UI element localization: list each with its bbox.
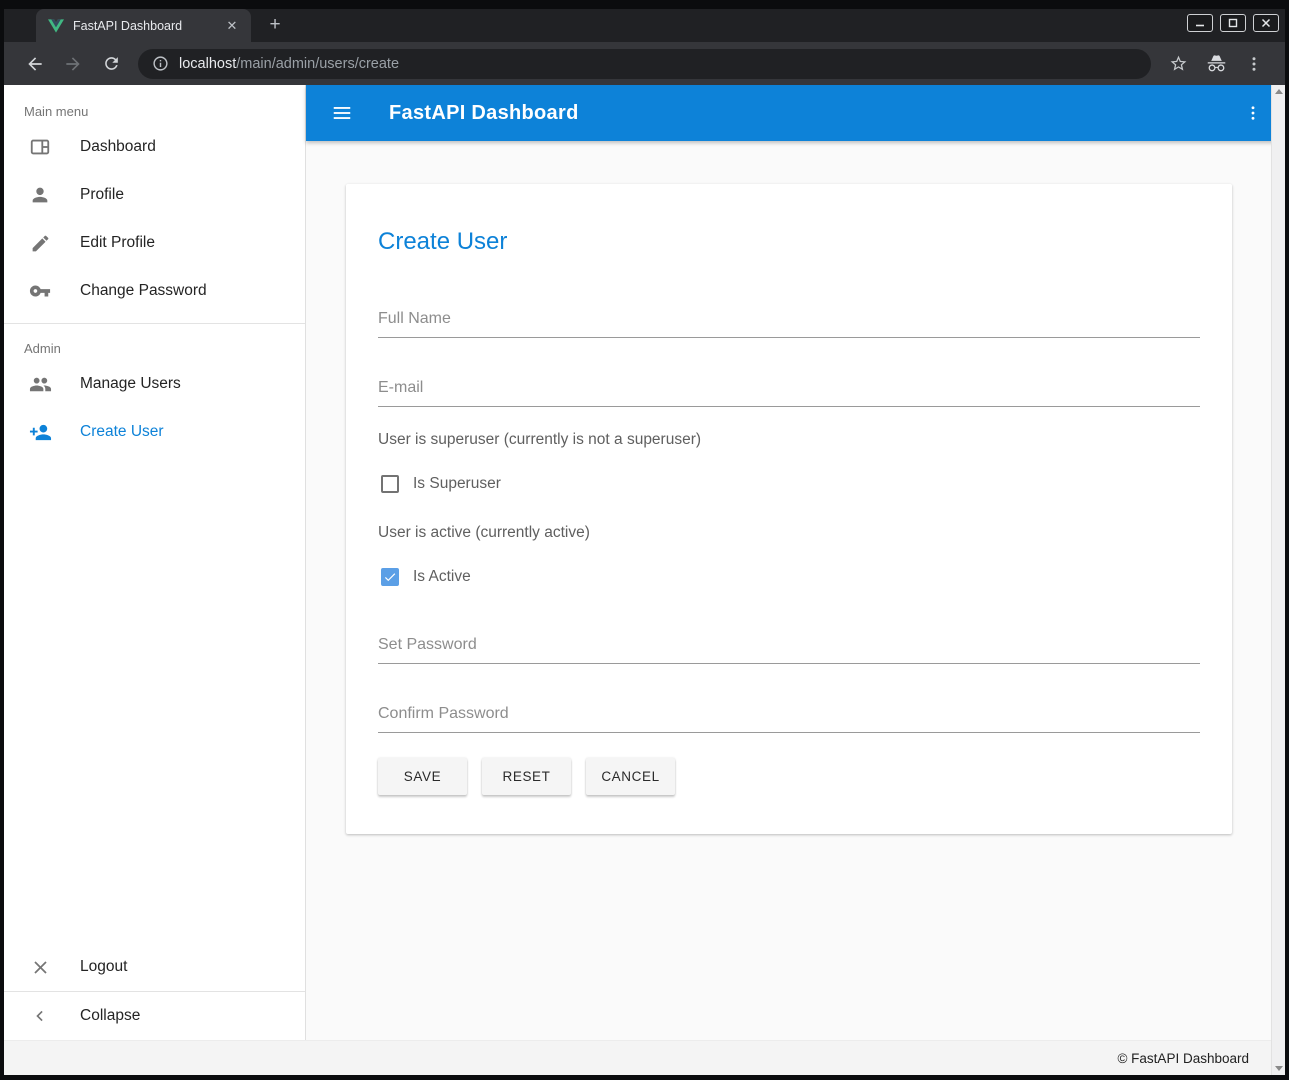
scroll-up-arrow-icon[interactable] [1275, 89, 1283, 94]
is-superuser-label: Is Superuser [413, 475, 501, 493]
sidebar-item-dashboard[interactable]: Dashboard [4, 123, 305, 171]
close-icon [28, 955, 52, 979]
full-name-label: Full Name [378, 310, 1200, 328]
form-buttons: SAVE RESET CANCEL [378, 758, 1200, 795]
browser-window: FastAPI Dashboard ✕ + [0, 0, 1289, 1080]
sidebar-item-label: Edit Profile [80, 234, 155, 252]
sidebar-item-label: Manage Users [80, 375, 181, 393]
person-icon [28, 183, 52, 207]
minimize-button[interactable] [1187, 14, 1213, 32]
is-superuser-checkbox-row[interactable]: Is Superuser [378, 475, 1200, 493]
browser-tab[interactable]: FastAPI Dashboard ✕ [36, 9, 251, 42]
confirm-password-field[interactable]: Confirm Password [378, 705, 1200, 733]
email-label: E-mail [378, 379, 1200, 397]
is-active-label: Is Active [413, 568, 471, 586]
footer-copyright: © FastAPI Dashboard [1117, 1051, 1249, 1066]
hamburger-menu-icon[interactable] [328, 99, 356, 127]
sidebar-section-main-menu: Main menu [4, 85, 305, 123]
window-controls [1187, 14, 1279, 32]
incognito-icon [1204, 52, 1228, 76]
page: Main menu Dashboard Profile [4, 85, 1285, 1075]
maximize-button[interactable] [1220, 14, 1246, 32]
sidebar-item-profile[interactable]: Profile [4, 171, 305, 219]
vue-favicon-icon [48, 19, 64, 33]
sidebar-item-label: Dashboard [80, 138, 156, 156]
tab-close-icon[interactable]: ✕ [223, 17, 241, 35]
pencil-icon [28, 231, 52, 255]
sidebar-item-label: Profile [80, 186, 124, 204]
field-underline [378, 337, 1200, 338]
bookmark-star-icon[interactable] [1166, 52, 1190, 76]
address-bar[interactable]: localhost/main/admin/users/create [138, 49, 1151, 79]
close-window-button[interactable] [1253, 14, 1279, 32]
window-titlebar [4, 0, 1285, 9]
sidebar-divider [4, 323, 305, 324]
browser-toolbar: localhost/main/admin/users/create [4, 42, 1285, 85]
url-host: localhost [179, 56, 236, 72]
sidebar-item-label: Collapse [80, 1007, 140, 1025]
sidebar-item-manage-users[interactable]: Manage Users [4, 360, 305, 408]
sidebar-item-label: Logout [80, 958, 127, 976]
tab-title: FastAPI Dashboard [73, 19, 223, 33]
forward-icon[interactable] [61, 52, 85, 76]
cancel-button[interactable]: CANCEL [586, 758, 675, 795]
sidebar-item-change-password[interactable]: Change Password [4, 267, 305, 315]
confirm-password-label: Confirm Password [378, 705, 1200, 723]
sidebar-item-label: Create User [80, 423, 164, 441]
sidebar-section-admin: Admin [4, 332, 305, 360]
field-underline [378, 732, 1200, 733]
checkmark-icon [383, 570, 397, 584]
is-active-checkbox[interactable] [381, 568, 399, 586]
reload-icon[interactable] [99, 52, 123, 76]
tab-strip: FastAPI Dashboard ✕ + [4, 9, 1285, 42]
key-icon [28, 279, 52, 303]
appbar: FastAPI Dashboard [306, 85, 1285, 141]
set-password-field[interactable]: Set Password [378, 636, 1200, 664]
page-footer: © FastAPI Dashboard [4, 1040, 1285, 1075]
sidebar-item-label: Change Password [80, 282, 207, 300]
superuser-hint: User is superuser (currently is not a su… [378, 431, 1200, 449]
active-hint: User is active (currently active) [378, 524, 1200, 542]
browser-menu-icon[interactable] [1242, 52, 1266, 76]
site-info-icon[interactable] [152, 55, 169, 72]
new-tab-button[interactable]: + [261, 12, 289, 40]
content-area: Create User Full Name E-mail User is sup… [306, 141, 1285, 1040]
field-underline [378, 663, 1200, 664]
page-title: Create User [378, 228, 1200, 256]
is-superuser-checkbox[interactable] [381, 475, 399, 493]
page-scrollbar[interactable] [1271, 85, 1285, 1075]
field-underline [378, 406, 1200, 407]
email-field[interactable]: E-mail [378, 379, 1200, 407]
scroll-down-arrow-icon[interactable] [1275, 1066, 1283, 1071]
set-password-label: Set Password [378, 636, 1200, 654]
main-content: FastAPI Dashboard Create User Full Name [306, 85, 1285, 1040]
chevron-left-icon [28, 1004, 52, 1028]
full-name-field[interactable]: Full Name [378, 310, 1200, 338]
sidebar-item-edit-profile[interactable]: Edit Profile [4, 219, 305, 267]
create-user-card: Create User Full Name E-mail User is sup… [346, 184, 1232, 834]
back-icon[interactable] [23, 52, 47, 76]
reset-button[interactable]: RESET [482, 758, 571, 795]
dashboard-icon [28, 135, 52, 159]
group-icon [28, 372, 52, 396]
save-button[interactable]: SAVE [378, 758, 467, 795]
sidebar: Main menu Dashboard Profile [4, 85, 306, 1040]
sidebar-spacer [4, 456, 305, 943]
person-add-icon [28, 420, 52, 444]
appbar-title: FastAPI Dashboard [389, 102, 1239, 125]
url-text: localhost/main/admin/users/create [179, 56, 399, 72]
sidebar-item-collapse[interactable]: Collapse [4, 992, 305, 1040]
appbar-kebab-menu-icon[interactable] [1239, 99, 1267, 127]
is-active-checkbox-row[interactable]: Is Active [378, 568, 1200, 586]
sidebar-item-create-user[interactable]: Create User [4, 408, 305, 456]
sidebar-item-logout[interactable]: Logout [4, 943, 305, 991]
url-path: /main/admin/users/create [236, 56, 399, 72]
